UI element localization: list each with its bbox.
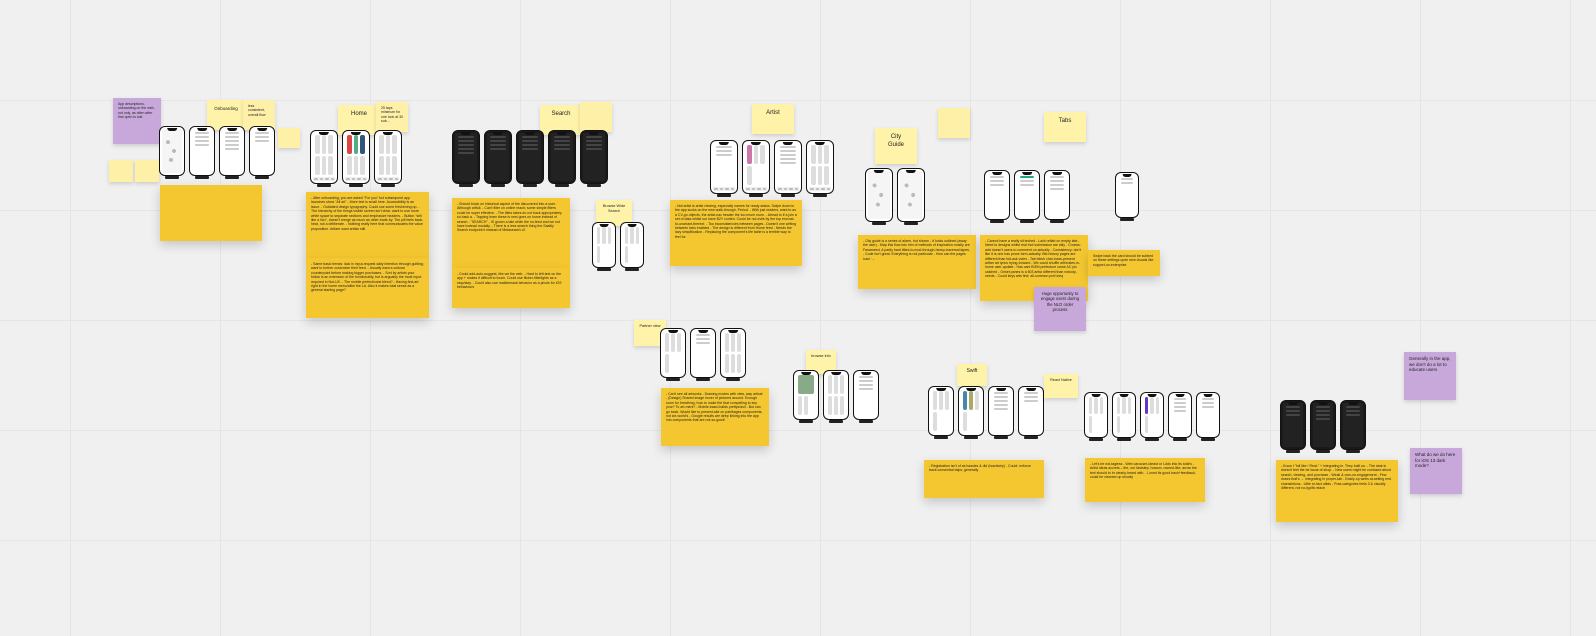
phones-artist xyxy=(710,140,834,194)
sticky-rn-notes[interactable]: - Let's be not-tagless - Web carouser-Id… xyxy=(1085,458,1205,502)
phones-tabs-right xyxy=(1115,172,1139,218)
section-label-swift[interactable]: Swift xyxy=(957,364,987,386)
phones-cityguide xyxy=(865,168,925,222)
section-label-react-native[interactable]: React Native xyxy=(1044,374,1078,398)
phones-browse-info xyxy=(793,370,879,420)
sticky-onboarding-left-mini2[interactable] xyxy=(135,160,159,182)
sticky-nlo-opportunity[interactable]: Huge opportunity to engage users during … xyxy=(1034,287,1086,331)
section-label-cityguide[interactable]: City Guide xyxy=(875,128,917,164)
sticky-cityguide-mini[interactable] xyxy=(938,108,970,138)
sticky-search-notes[interactable]: - Should block on historical aspect of t… xyxy=(452,198,570,268)
sticky-swift-notes[interactable]: - Registration isn't of as hassles & did… xyxy=(924,460,1044,498)
phones-home xyxy=(310,130,402,184)
phones-search xyxy=(452,130,608,184)
sticky-home-notes2[interactable]: - Same basic trends: lack in input-reque… xyxy=(306,258,429,318)
sticky-dark-mode-question[interactable]: What do we do here for iOS 13 dark mode? xyxy=(1410,448,1462,494)
phones-react-native xyxy=(1084,392,1220,438)
sticky-cityguide-notes[interactable]: - City guide is a series of alarm, but s… xyxy=(858,235,976,289)
sticky-search-mini[interactable] xyxy=(580,102,612,132)
sticky-onboarding-phone-tag[interactable] xyxy=(278,128,300,148)
sticky-darkmode-notes[interactable]: - Know l "full like ! Real-" + integrati… xyxy=(1276,460,1398,522)
sticky-search-notes2[interactable]: - Could add-auto-suggest, like we the we… xyxy=(452,268,570,308)
phones-onboarding xyxy=(159,126,275,176)
sticky-home-side[interactable]: 25 taps minimum for one look at 30 sub..… xyxy=(376,102,408,132)
sticky-tabs-side[interactable]: Swipe back the card should be subbed on … xyxy=(1088,250,1160,276)
phones-darkmode xyxy=(1280,400,1366,450)
phones-browse-wide xyxy=(592,222,644,268)
phones-partner xyxy=(660,328,746,378)
section-label-tabs[interactable]: Tabs xyxy=(1044,112,1086,142)
sticky-artist-notes-real[interactable]: - Not artist is artist viewing, especial… xyxy=(670,200,802,266)
sticky-partner-notes[interactable]: - Can't see all artworks - Drawing modes… xyxy=(661,388,769,446)
phones-tabs xyxy=(984,170,1070,220)
sticky-onboarding-notes[interactable] xyxy=(160,185,262,241)
section-label-artist[interactable]: Artist xyxy=(752,104,794,134)
sticky-app-description[interactable]: App descriptions, onboarding on the web,… xyxy=(113,98,161,144)
phones-swift xyxy=(928,386,1044,436)
sticky-onboarding-left-mini[interactable] xyxy=(109,160,133,182)
sticky-educate-users[interactable]: Generally in the app, we don't do a lot … xyxy=(1404,352,1456,400)
sticky-home-notes[interactable]: - After onboarding, you are asked "For y… xyxy=(306,192,429,260)
